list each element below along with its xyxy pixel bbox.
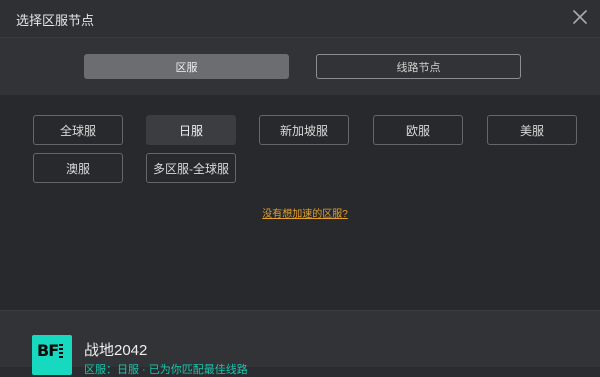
dialog-title: 选择区服节点 bbox=[16, 13, 95, 28]
help-link[interactable]: 没有想加速的区服? bbox=[0, 205, 600, 220]
tab-bar: 区服 线路节点 bbox=[0, 38, 600, 95]
dialog-header: 选择区服节点 bbox=[0, 0, 600, 38]
server-europe[interactable]: 欧服 bbox=[373, 115, 463, 145]
tab-region[interactable]: 区服 bbox=[84, 54, 289, 79]
server-japan[interactable]: 日服 bbox=[146, 115, 236, 145]
game-logo: BF bbox=[32, 335, 72, 375]
game-info-bar: BF 战地2042 区服：日服 · 已为你匹配最佳线路 bbox=[0, 310, 600, 376]
server-list-panel: 全球服 日服 新加坡服 欧服 美服 澳服 多区服-全球服 没有想加速的区服? bbox=[0, 95, 600, 310]
game-name: 战地2042 bbox=[84, 342, 148, 359]
game-subtitle: 区服：日服 · 已为你匹配最佳线路 bbox=[84, 364, 248, 376]
close-icon bbox=[573, 10, 587, 24]
logo-decoration bbox=[59, 344, 65, 360]
server-global[interactable]: 全球服 bbox=[33, 115, 123, 145]
game-logo-text: BF bbox=[37, 341, 59, 360]
server-singapore[interactable]: 新加坡服 bbox=[259, 115, 349, 145]
server-australia[interactable]: 澳服 bbox=[33, 153, 123, 183]
server-us[interactable]: 美服 bbox=[487, 115, 577, 145]
close-button[interactable] bbox=[570, 7, 590, 27]
server-multi-global[interactable]: 多区服-全球服 bbox=[146, 153, 236, 183]
tab-route-nodes[interactable]: 线路节点 bbox=[316, 54, 521, 79]
